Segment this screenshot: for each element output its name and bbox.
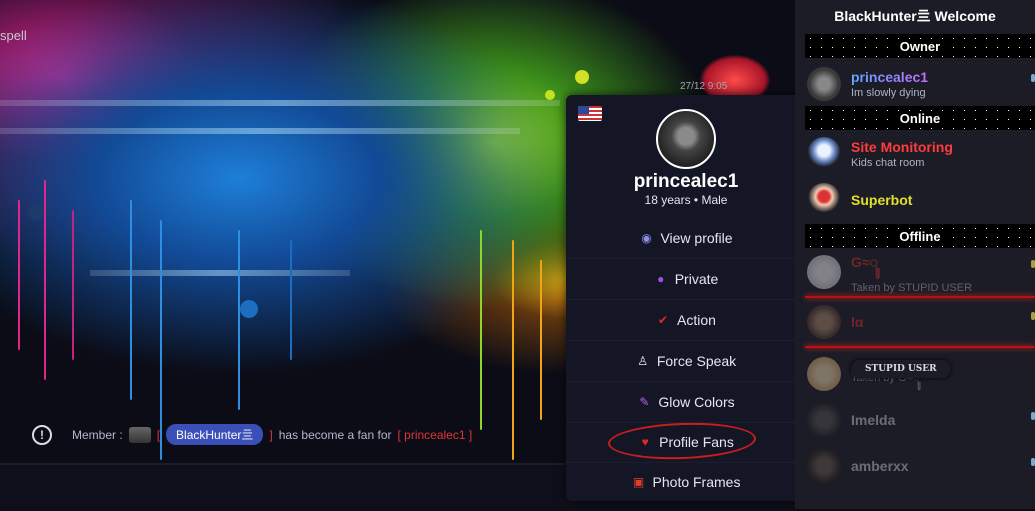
chat-message-fragment: spell bbox=[0, 28, 27, 43]
section-label: Online bbox=[896, 110, 944, 126]
avatar bbox=[807, 357, 841, 391]
user-tag-badge: STUPID USER bbox=[851, 360, 951, 378]
menu-photo-frames[interactable]: ▣ Photo Frames bbox=[566, 462, 806, 502]
user-name: amberxx bbox=[851, 458, 909, 474]
paint-splash bbox=[240, 300, 258, 318]
section-label: Owner bbox=[896, 38, 944, 54]
menu-profile-fans[interactable]: ♥ Profile Fans bbox=[566, 422, 806, 463]
profile-username: princealec1 bbox=[633, 171, 739, 192]
status-indicator bbox=[1031, 412, 1035, 420]
section-online: Online bbox=[805, 106, 1035, 130]
user-name: G≈ꦸ bbox=[851, 253, 878, 270]
profile-avatar[interactable] bbox=[656, 109, 716, 169]
menu-action[interactable]: ✔ Action bbox=[566, 300, 806, 341]
light-streak bbox=[90, 270, 350, 276]
fan-target-name[interactable]: [ princealec1 ] bbox=[397, 428, 472, 442]
section-offline: Offline bbox=[805, 224, 1035, 248]
paint-drip bbox=[512, 240, 514, 460]
user-row-offline[interactable]: lα bbox=[805, 300, 1035, 344]
menu-label: Profile Fans bbox=[659, 434, 734, 450]
avatar bbox=[807, 67, 841, 101]
paint-drip bbox=[18, 200, 20, 350]
user-row-offline[interactable]: Imelda bbox=[805, 398, 1035, 442]
panel-title: BlackHunter亖 Welcome bbox=[795, 0, 1035, 32]
brush-icon: ✎ bbox=[639, 395, 650, 409]
user-row-online[interactable]: Superbot bbox=[805, 178, 1035, 222]
paint-drip bbox=[290, 240, 292, 360]
member-avatar[interactable] bbox=[128, 426, 151, 443]
paint-splash bbox=[28, 204, 44, 220]
status-indicator bbox=[1031, 458, 1035, 466]
check-icon: ✔ bbox=[658, 313, 669, 327]
profile-popup: princealec1 18 years • Male ◉ View profi… bbox=[566, 95, 806, 501]
profile-age-gender: 18 years • Male bbox=[644, 193, 728, 207]
user-circle-icon: ◉ bbox=[641, 231, 652, 245]
section-label: Offline bbox=[896, 228, 944, 244]
paint-drip bbox=[44, 180, 46, 380]
avatar bbox=[807, 305, 841, 339]
paint-drip bbox=[540, 260, 542, 420]
menu-force-speak[interactable]: ♙ Force Speak bbox=[566, 341, 806, 382]
light-streak bbox=[0, 100, 560, 106]
section-owner: Owner bbox=[805, 34, 1035, 58]
menu-label: Force Speak bbox=[656, 353, 737, 369]
user-name: Superbot bbox=[851, 192, 913, 208]
avatar bbox=[807, 137, 841, 171]
paint-splash bbox=[575, 70, 589, 84]
avatar bbox=[807, 403, 841, 437]
paint-drip bbox=[130, 200, 132, 400]
status-indicator bbox=[1031, 74, 1035, 82]
glow-divider bbox=[805, 346, 1035, 348]
user-row-owner[interactable]: princealec1 Im slowly dying bbox=[805, 62, 1035, 106]
user-name: princealec1 bbox=[851, 69, 929, 85]
avatar bbox=[807, 183, 841, 217]
user-outline-icon: ♙ bbox=[637, 354, 649, 368]
info-icon: ! bbox=[32, 424, 52, 445]
chat-bubbles-icon: ● bbox=[657, 272, 665, 286]
user-row-offline[interactable]: G≈ꦸ Taken by STUPID USER bbox=[805, 250, 1035, 294]
menu-private[interactable]: ● Private bbox=[566, 259, 806, 300]
menu-view-profile[interactable]: ◉ View profile bbox=[566, 218, 806, 259]
user-name: Imelda bbox=[851, 412, 896, 428]
menu-label: Photo Frames bbox=[652, 474, 741, 490]
paint-drip bbox=[72, 210, 74, 360]
bracket-close: ] bbox=[269, 427, 273, 442]
notice-prefix: Member : bbox=[72, 427, 123, 442]
paint-drip bbox=[480, 230, 482, 430]
glow-divider bbox=[805, 296, 1035, 298]
avatar bbox=[807, 255, 841, 289]
menu-label: Private bbox=[674, 271, 719, 287]
photo-icon: ▣ bbox=[632, 475, 645, 489]
user-row-offline[interactable]: amberxx bbox=[805, 444, 1035, 488]
user-row-online[interactable]: Site Monitoring Kids chat room bbox=[805, 132, 1035, 176]
status-indicator bbox=[1031, 312, 1035, 320]
menu-glow-colors[interactable]: ✎ Glow Colors bbox=[566, 382, 806, 423]
light-streak bbox=[0, 128, 520, 134]
user-status: Taken by STUPID USER bbox=[851, 281, 973, 294]
paint-splash bbox=[545, 90, 555, 100]
us-flag-icon bbox=[578, 106, 602, 121]
member-name-pill[interactable]: BlackHunter亖 bbox=[166, 424, 264, 445]
message-timestamp: 27/12 9:05 bbox=[680, 81, 728, 92]
user-status: Im slowly dying bbox=[851, 87, 926, 99]
menu-label: Glow Colors bbox=[658, 394, 735, 410]
status-indicator bbox=[1031, 260, 1035, 268]
menu-label: Action bbox=[677, 312, 716, 328]
user-status: Kids chat room bbox=[851, 157, 925, 169]
user-name: lα bbox=[851, 314, 864, 330]
menu-label: View profile bbox=[660, 230, 733, 246]
user-list-panel: BlackHunter亖 Welcome Owner princealec1 I… bbox=[795, 0, 1035, 509]
heart-icon: ♥ bbox=[641, 435, 649, 449]
notice-message: has become a fan for bbox=[278, 427, 392, 442]
user-name: Site Monitoring bbox=[851, 139, 953, 155]
paint-drip bbox=[238, 230, 240, 410]
system-notice: ! Member : [ BlackHunter亖 ] has become a… bbox=[32, 424, 472, 445]
avatar bbox=[807, 449, 841, 483]
bracket-open: [ bbox=[156, 427, 161, 442]
